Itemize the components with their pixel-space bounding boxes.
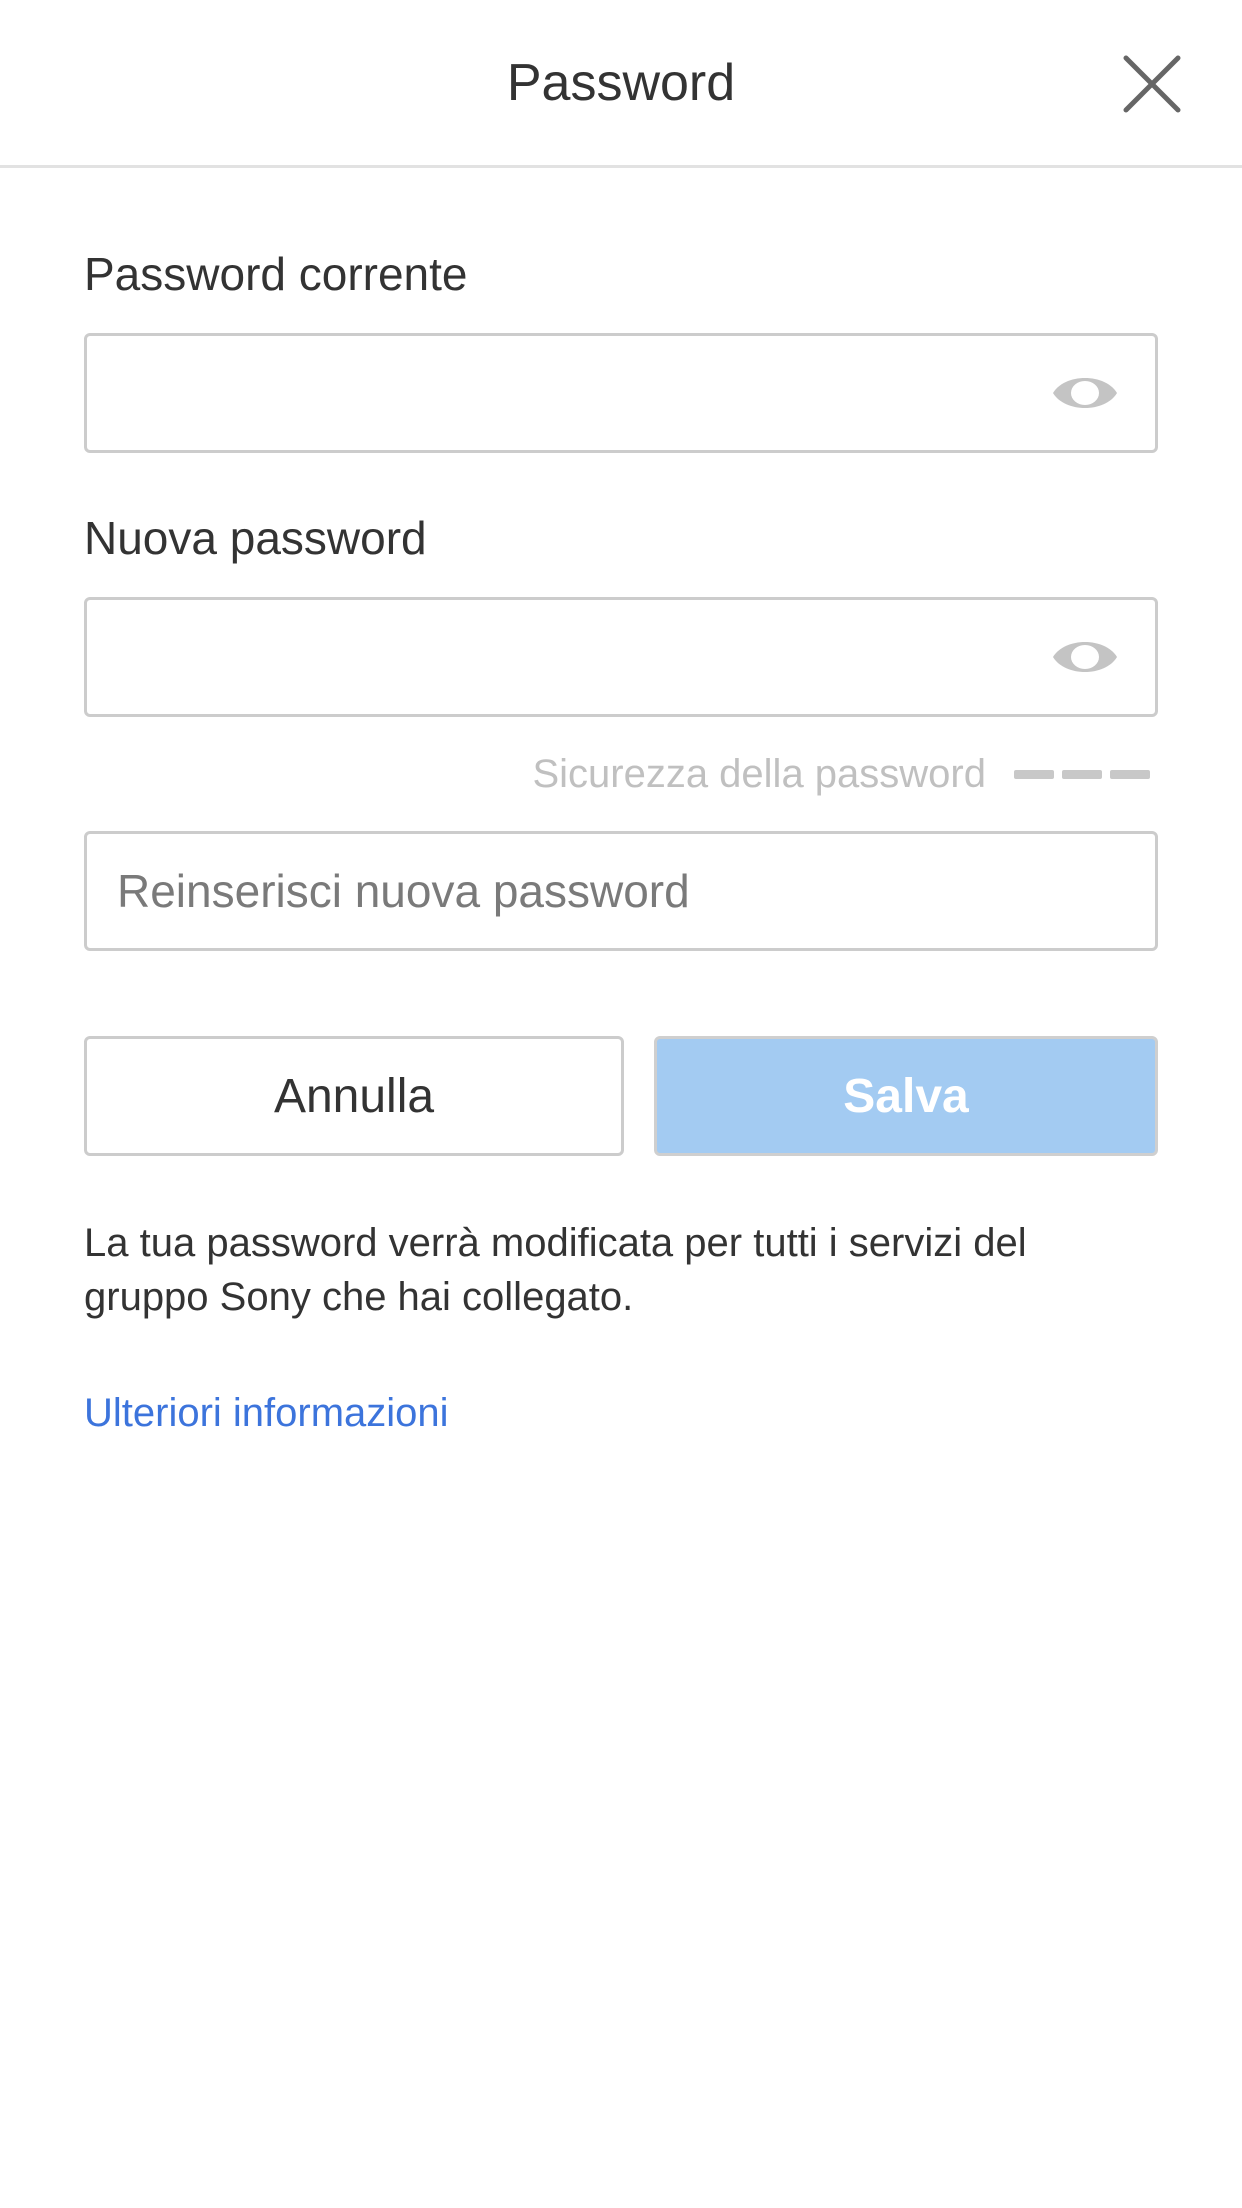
dialog-header: Password [0,0,1242,168]
close-button[interactable] [1120,52,1184,116]
strength-segment-1 [1014,769,1054,779]
cancel-button[interactable]: Annulla [84,1036,624,1156]
current-password-field[interactable] [84,333,1158,453]
strength-segment-3 [1110,769,1150,779]
new-password-label: Nuova password [84,512,427,564]
strength-segment-2 [1062,769,1102,779]
eye-icon [1053,378,1117,408]
close-icon [1123,55,1181,113]
more-info-link[interactable]: Ulteriori informazioni [84,1386,449,1440]
save-button[interactable]: Salva [654,1036,1158,1156]
current-password-visibility-toggle[interactable] [1051,369,1119,417]
confirm-password-field[interactable] [84,831,1158,951]
eye-icon [1053,642,1117,672]
new-password-input[interactable] [117,600,1017,714]
info-text: La tua password verrà modificata per tut… [84,1221,1027,1319]
new-password-field[interactable] [84,597,1158,717]
new-password-visibility-toggle[interactable] [1051,633,1119,681]
confirm-password-input[interactable] [117,834,1017,948]
current-password-input[interactable] [117,336,1017,450]
password-strength-meter: Sicurezza della password [532,746,1150,802]
page-title: Password [506,54,736,112]
current-password-label: Password corrente [84,248,468,300]
password-strength-label: Sicurezza della password [532,751,986,796]
